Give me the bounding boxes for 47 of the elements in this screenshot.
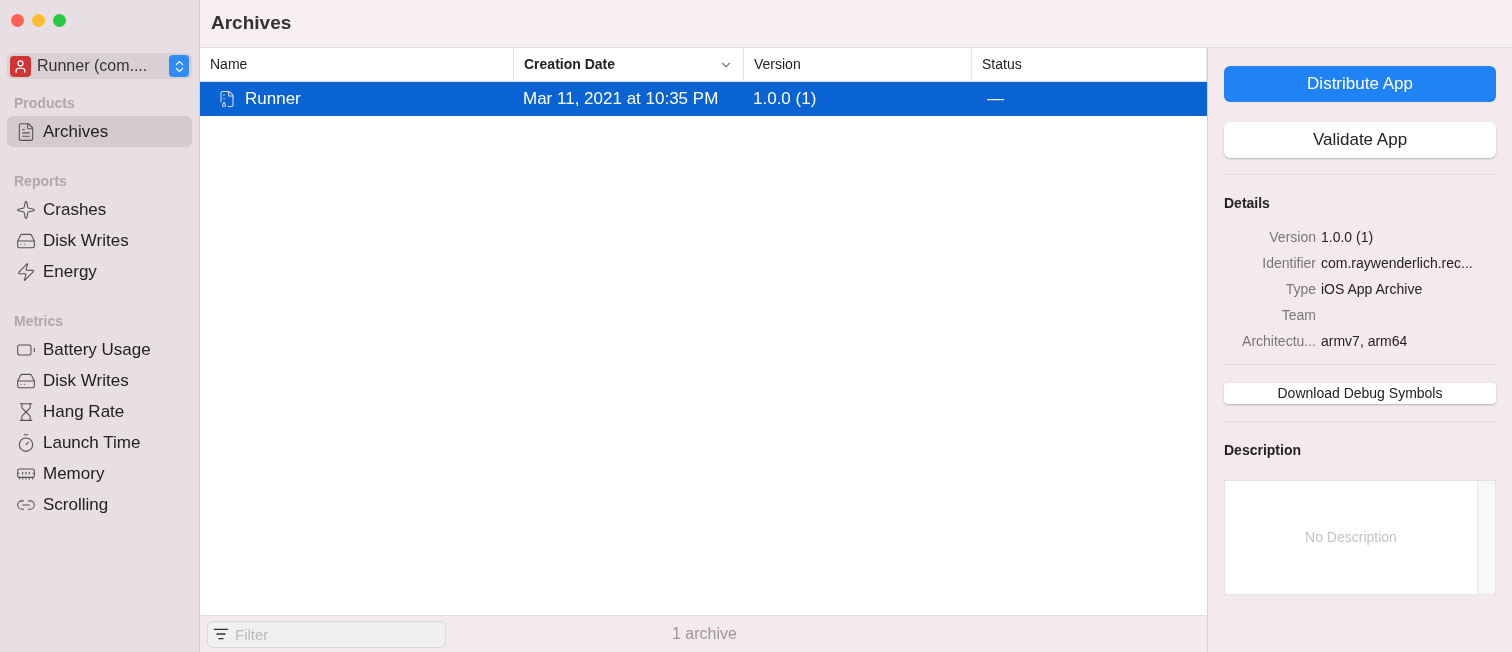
description-heading: Description [1224, 441, 1302, 460]
column-header[interactable]: Status [972, 48, 1207, 81]
app-icon [10, 55, 31, 77]
scheme-selector[interactable]: Runner (com.... [7, 53, 192, 79]
sidebar-item[interactable]: Launch Time [7, 427, 192, 458]
minimize-window-button[interactable] [32, 14, 45, 27]
distribute-app-button[interactable]: Distribute App [1224, 66, 1496, 102]
sidebar-item[interactable]: Disk Writes [7, 225, 192, 256]
name-cell-text: Runner [245, 88, 301, 111]
detail-value: iOS App Archive [1321, 279, 1423, 299]
archive-row[interactable]: Runner Mar 11, 2021 at 10:35 PM 1.0.0 (1) — [200, 82, 1207, 116]
archive-file-icon [218, 90, 236, 108]
sidebar-item[interactable]: Energy [7, 256, 192, 287]
version-cell: 1.0.0 (1) [753, 89, 817, 109]
stopwatch-icon [16, 432, 36, 453]
sidebar-item[interactable]: Battery Usage [7, 334, 192, 365]
close-window-button[interactable] [11, 14, 24, 27]
detail-label: Version [1268, 227, 1316, 247]
detail-label: Type [1284, 279, 1316, 299]
detail-value: 1.0.0 (1) [1321, 227, 1374, 247]
validate-app-button[interactable]: Validate App [1224, 122, 1496, 158]
detail-label: Architectu... [1241, 331, 1316, 351]
status-cell: — [987, 89, 1004, 109]
sidebar-item[interactable]: Archives [7, 116, 192, 147]
sidebar-item[interactable]: Hang Rate [7, 396, 192, 427]
sidebar-item[interactable]: Disk Writes [7, 365, 192, 396]
sidebar-item[interactable]: Crashes [7, 194, 192, 225]
sparkle-icon [16, 199, 36, 220]
stepper-icon [169, 55, 189, 77]
column-header[interactable]: Version [744, 48, 972, 81]
details-heading: Details [1224, 194, 1271, 213]
detail-label: Identifier [1261, 253, 1316, 273]
download-debug-symbols-button[interactable]: Download Debug Symbols [1224, 383, 1496, 404]
window-title: Archives [200, 0, 1512, 48]
zoom-window-button[interactable] [53, 14, 66, 27]
archive-count: 1 archive [672, 624, 737, 644]
detail-label: Team [1280, 305, 1316, 325]
lightning-icon [16, 261, 36, 282]
detail-value: armv7, arm64 [1321, 331, 1408, 351]
sidebar-item[interactable]: Memory [7, 458, 192, 489]
detail-value: com.raywenderlich.rec... [1321, 253, 1473, 273]
sidebar-item[interactable]: Scrolling [7, 489, 192, 520]
description-placeholder: No Description [1305, 528, 1397, 547]
document-icon [16, 121, 36, 142]
column-header[interactable]: Name [200, 48, 514, 81]
date-cell: Mar 11, 2021 at 10:35 PM [523, 89, 719, 109]
column-header[interactable]: Creation Date [514, 48, 744, 81]
